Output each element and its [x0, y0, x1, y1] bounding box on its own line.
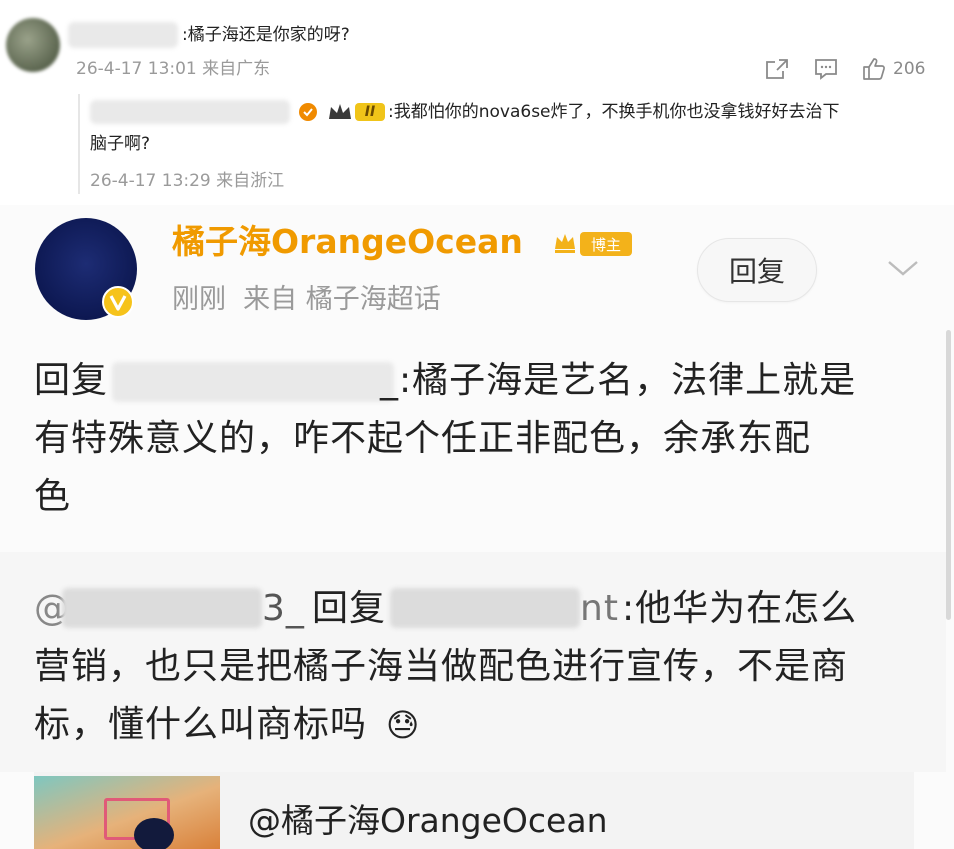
reply-button-label: 回复	[728, 255, 785, 288]
post-body-line2: 有特殊意义的，咋不起个任正非配色，余承东配	[34, 418, 812, 459]
comment-text: :橘子海还是你家的呀?	[182, 25, 350, 45]
author-name[interactable]: 橘子海OrangeOcean	[172, 218, 523, 266]
post-meta: 刚刚 来自 橘子海超话	[172, 284, 441, 315]
quote-line2: 营销，也只是把橘子海当做配色进行宣传，不是商	[34, 646, 849, 687]
post-body-line3: 色	[34, 476, 72, 517]
reply-thread-line	[78, 94, 80, 194]
scrollbar[interactable]	[946, 330, 951, 620]
quote-line1: :他华为在怎么	[622, 588, 858, 629]
reply-text-line1: :我都怕你的nova6se炸了，不换手机你也没拿钱好好去治下	[388, 102, 840, 122]
blogger-badge: 博主	[580, 232, 632, 256]
reply-meta: 26-4-17 13:29 来自浙江	[90, 171, 285, 191]
quote-target-suffix: nt	[580, 588, 619, 629]
verified-orange-icon	[297, 101, 319, 123]
post-body-redacted-user[interactable]	[112, 362, 394, 402]
post-body-prefix: 回复	[34, 360, 109, 401]
sweat-emoji: 😓	[386, 706, 420, 744]
comment-icon[interactable]	[812, 56, 840, 82]
quote-user-redacted[interactable]	[62, 588, 262, 628]
comment-username-redacted[interactable]	[68, 22, 178, 48]
verified-v-icon	[101, 285, 135, 319]
comment-avatar[interactable]	[6, 18, 60, 72]
quote-line3: 标，懂什么叫商标吗	[34, 704, 368, 745]
level-badge: II	[355, 103, 385, 121]
quote-user-suffix: 3_	[262, 588, 305, 629]
share-card-title[interactable]: @橘子海OrangeOcean	[248, 798, 608, 844]
reply-text-line2: 脑子啊?	[90, 134, 151, 154]
thumbnail-figure	[134, 818, 174, 849]
crown-icon	[325, 99, 355, 125]
share-icon[interactable]	[763, 56, 791, 82]
post-body-line1: _:橘子海是艺名，法律上就是	[380, 360, 857, 401]
like-count: 206	[893, 59, 926, 79]
blogger-crown-icon	[550, 228, 580, 258]
reply-username-redacted[interactable]	[90, 100, 290, 124]
quote-reply-word: 回复	[312, 588, 387, 629]
comment-meta: 26-4-17 13:01 来自广东	[76, 59, 271, 79]
chevron-down-icon[interactable]	[880, 252, 926, 284]
thumbs-up-icon[interactable]	[860, 55, 888, 83]
quote-target-redacted[interactable]	[390, 588, 580, 628]
reply-button[interactable]: 回复	[697, 238, 817, 302]
share-card-thumbnail	[34, 776, 220, 849]
